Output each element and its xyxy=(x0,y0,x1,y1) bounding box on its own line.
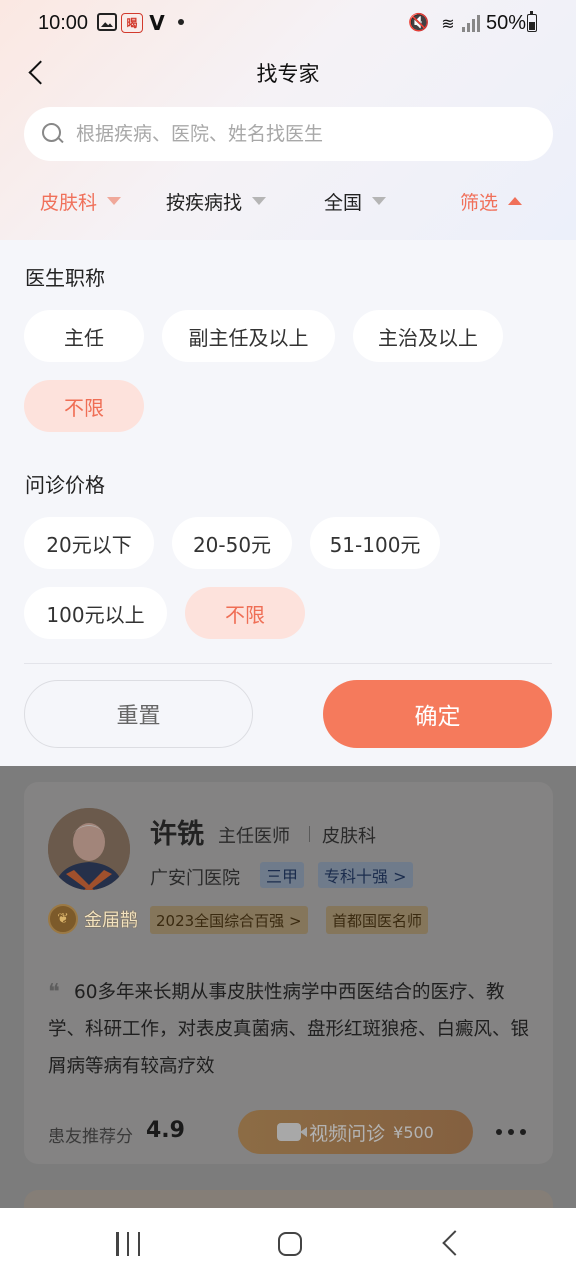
filter-tab-disease[interactable]: 按疾病找 xyxy=(166,186,267,216)
search-bar[interactable] xyxy=(24,107,553,161)
doctor-title: 主任医师 xyxy=(218,826,290,847)
chip-rank-attending[interactable]: 主治及以上 xyxy=(353,310,503,362)
chip-rank-deputy[interactable]: 副主任及以上 xyxy=(162,310,335,362)
reset-button[interactable]: 重置 xyxy=(24,680,253,748)
gallery-notification-icon xyxy=(97,13,117,31)
chip-price-under-20[interactable]: 20元以下 xyxy=(24,517,154,569)
tag-doctor-honor: 首都国医名师 xyxy=(326,906,429,934)
signal-icon xyxy=(462,14,480,32)
dim-overlay[interactable]: 许铣 主任医师 皮肤科 广安门医院 三甲 专科十强 > ❦ 金届鹊 2023全国… xyxy=(0,766,576,1208)
app-notification-icon: 暍 xyxy=(121,13,143,33)
filter-tab-label: 皮肤科 xyxy=(40,191,98,214)
chip-rank-director[interactable]: 主任 xyxy=(24,310,144,362)
caret-down-icon xyxy=(252,197,267,205)
medal-label: 金届鹊 xyxy=(84,910,138,931)
header-area: 10:00 暍 V 🔇 ≋ 50% 找专家 皮肤科 按疾病找 全国 筛选 xyxy=(0,0,576,240)
doctor-card xyxy=(24,1190,553,1208)
more-notifications-dot-icon xyxy=(178,19,184,25)
filter-tab-label: 按疾病找 xyxy=(166,191,243,214)
medal-icon: ❦ xyxy=(48,904,78,934)
recommend-score: 4.9 xyxy=(146,1118,185,1143)
system-back-icon[interactable] xyxy=(442,1230,468,1256)
doctor-department: 皮肤科 xyxy=(322,826,376,847)
chip-price-51-100[interactable]: 51-100元 xyxy=(310,517,440,569)
filter-tab-label: 全国 xyxy=(324,191,363,214)
home-icon[interactable] xyxy=(278,1232,302,1256)
nav-bar: 找专家 xyxy=(0,46,576,98)
search-icon xyxy=(42,123,64,145)
filter-panel: 医生职称 主任 副主任及以上 主治及以上 不限 问诊价格 20元以下 20-50… xyxy=(0,240,576,766)
filter-tab-label: 筛选 xyxy=(460,191,499,214)
recommend-label: 患友推荐分 xyxy=(48,1127,133,1147)
battery-level: 50% xyxy=(486,12,527,34)
more-options-icon[interactable] xyxy=(496,1122,526,1142)
filter-tab-region[interactable]: 全国 xyxy=(324,186,387,216)
battery-icon xyxy=(527,11,537,32)
mute-icon: 🔇 xyxy=(408,13,430,33)
panel-divider xyxy=(24,663,552,664)
doctor-avatar xyxy=(48,808,130,890)
filter-bar: 皮肤科 按疾病找 全国 筛选 xyxy=(0,178,576,224)
video-consult-price: ¥500 xyxy=(393,1122,434,1142)
filter-tab-filter[interactable]: 筛选 xyxy=(460,186,523,216)
system-nav-bar xyxy=(0,1208,576,1280)
section-title-price: 问诊价格 xyxy=(25,473,105,497)
tag-hospital-ranking[interactable]: 2023全国综合百强 > xyxy=(150,906,308,934)
wifi-icon: ≋ xyxy=(441,13,455,33)
doctor-name: 许铣 xyxy=(150,819,204,850)
video-camera-icon xyxy=(277,1123,308,1141)
chip-price-any[interactable]: 不限 xyxy=(185,587,305,639)
search-input[interactable] xyxy=(76,123,516,145)
section-title-doctor-rank: 医生职称 xyxy=(25,266,105,290)
chip-price-20-50[interactable]: 20-50元 xyxy=(172,517,292,569)
tag-specialty-rank[interactable]: 专科十强 > xyxy=(318,862,413,888)
page-title: 找专家 xyxy=(256,62,320,86)
medal-badge: ❦ 金届鹊 xyxy=(48,902,152,936)
status-bar: 10:00 暍 V 🔇 ≋ 50% xyxy=(0,0,576,46)
chip-price-over-100[interactable]: 100元以上 xyxy=(24,587,167,639)
v-notification-icon: V xyxy=(149,11,165,35)
video-consult-button[interactable]: 视频问诊 ¥500 xyxy=(238,1110,473,1154)
doctor-card: 许铣 主任医师 皮肤科 广安门医院 三甲 专科十强 > ❦ 金届鹊 2023全国… xyxy=(24,782,553,1164)
divider xyxy=(309,826,310,842)
filter-tab-department[interactable]: 皮肤科 xyxy=(40,186,122,216)
doctor-intro: 60多年来长期从事皮肤性病学中西医结合的医疗、教学、科研工作，对表皮真菌病、盘形… xyxy=(48,982,530,1077)
caret-down-icon xyxy=(372,197,387,205)
caret-up-icon xyxy=(508,197,523,205)
chip-rank-any[interactable]: 不限 xyxy=(24,380,144,432)
caret-down-icon xyxy=(107,197,122,205)
doctor-hospital: 广安门医院 xyxy=(150,868,240,889)
recent-apps-icon[interactable] xyxy=(116,1232,140,1256)
status-time: 10:00 xyxy=(38,12,89,34)
tag-hospital-grade: 三甲 xyxy=(260,862,305,888)
confirm-button[interactable]: 确定 xyxy=(323,680,552,748)
video-consult-label: 视频问诊 xyxy=(309,1122,386,1145)
